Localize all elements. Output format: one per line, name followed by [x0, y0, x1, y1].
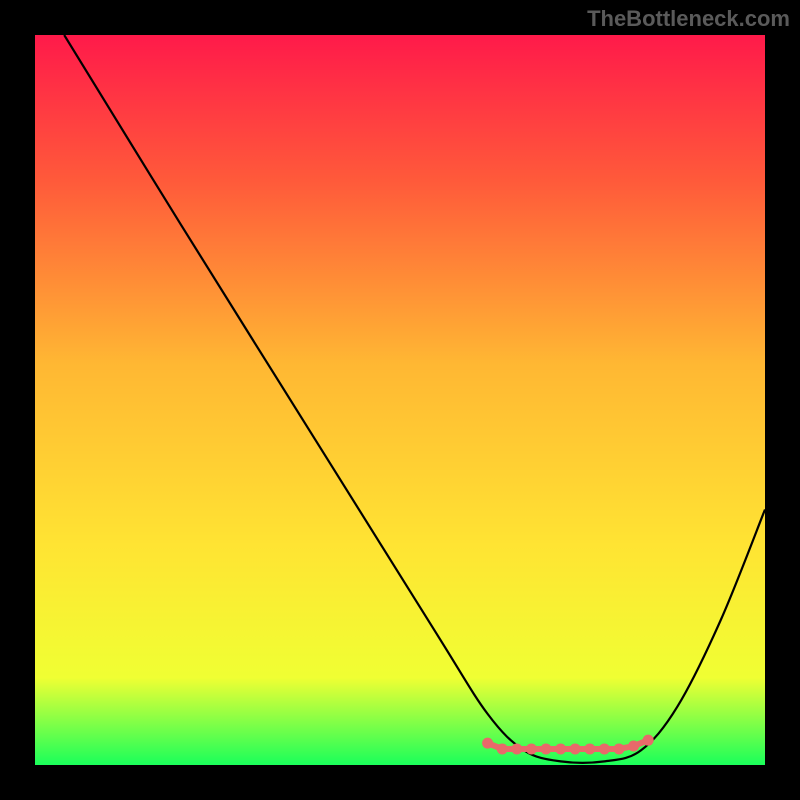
chart-area	[35, 35, 765, 765]
chart-svg	[35, 35, 765, 765]
watermark-text: TheBottleneck.com	[587, 6, 790, 32]
chart-background	[35, 35, 765, 765]
